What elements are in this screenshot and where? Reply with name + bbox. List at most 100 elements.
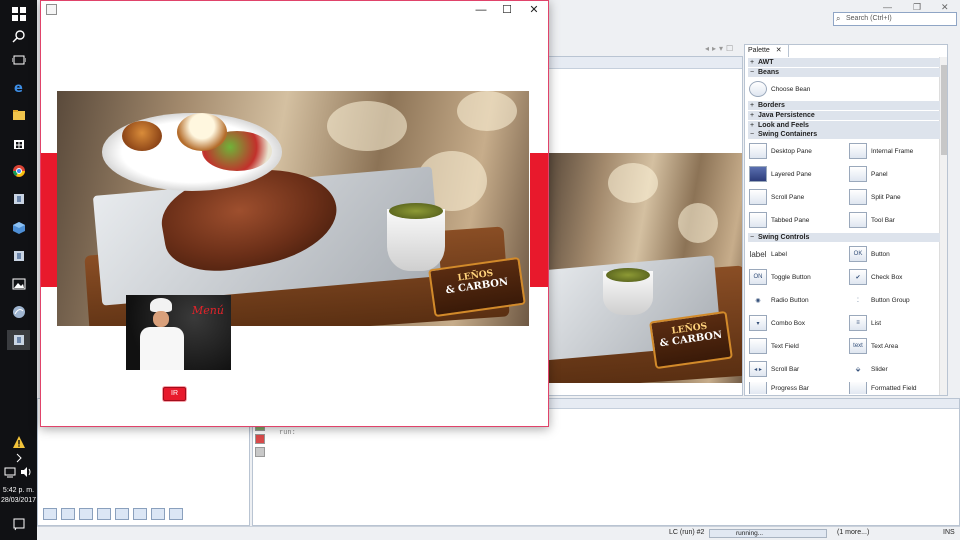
toolbar-button-icon[interactable] [115, 508, 129, 520]
palette-item-progress-bar[interactable]: Progress Bar [749, 382, 809, 394]
palette-category-swing-containers[interactable]: − Swing Containers [748, 130, 940, 139]
clock-date[interactable]: 28/03/2017 [0, 497, 37, 504]
maximize-icon[interactable]: ☐ [493, 1, 521, 19]
editor-header [548, 57, 742, 69]
toolbar-button-icon[interactable] [133, 508, 147, 520]
palette-category-look-and-feels[interactable]: + Look and Feels [748, 121, 940, 130]
java-app-icon[interactable] [7, 330, 30, 350]
clock-time[interactable]: 5:42 p. m. [0, 487, 37, 494]
palette-scrollbar[interactable] [939, 57, 947, 395]
ir-button[interactable]: IR [163, 387, 186, 401]
scroll-bar-icon: ◂ ▸ [749, 361, 767, 377]
palette-item-list[interactable]: ≡ List [849, 313, 881, 333]
volume-icon[interactable] [19, 462, 33, 482]
edge-icon[interactable]: e [7, 77, 30, 97]
toolbar-button-icon[interactable] [61, 508, 75, 520]
network-icon[interactable] [3, 462, 17, 482]
tabbed-pane-icon [749, 212, 767, 228]
app-titlebar[interactable]: — ☐ ✕ [41, 1, 548, 19]
svg-text:e: e [14, 81, 23, 94]
virtualbox-icon[interactable] [7, 218, 30, 238]
palette-category-java-persistence[interactable]: + Java Persistence [748, 111, 940, 120]
status-bar: LC (run) #2 running... (1 more...) INS [37, 526, 960, 540]
button-icon: OK [849, 246, 867, 262]
palette-item-tabbed-pane[interactable]: Tabbed Pane [749, 210, 809, 230]
label-icon: label [749, 249, 767, 259]
status-more-link[interactable]: (1 more...) [837, 529, 869, 536]
ide-search-field[interactable]: ⌕ Search (Ctrl+I) [833, 12, 957, 26]
palette-item-button-group[interactable]: ⁚ Button Group [849, 290, 910, 310]
toolbar-button-icon[interactable] [97, 508, 111, 520]
notifications-icon[interactable] [7, 514, 30, 534]
palette-item-button[interactable]: OK Button [849, 244, 890, 264]
task-view-icon[interactable] [7, 50, 30, 70]
palette-item-choose-bean[interactable]: Choose Bean [749, 79, 810, 99]
palette-item-formatted-field[interactable]: Formatted Field [849, 382, 917, 394]
chef-menu-image[interactable]: Menú [126, 295, 231, 370]
search-icon[interactable] [7, 26, 30, 46]
settings-icon[interactable] [255, 447, 265, 457]
toolbar-button-icon[interactable] [79, 508, 93, 520]
palette-item-layered-pane[interactable]: Layered Pane [749, 164, 811, 184]
desktop-pane-icon [749, 143, 767, 159]
toggle-button-icon: ON [749, 269, 767, 285]
java-app-icon[interactable] [7, 189, 30, 209]
palette-item-check-box[interactable]: ✔ Check Box [849, 267, 902, 287]
file-explorer-icon[interactable] [7, 105, 30, 125]
internal-frame-icon [849, 143, 867, 159]
progress-bar-icon [749, 382, 767, 394]
text-area-icon: text [849, 338, 867, 354]
palette-item-combo-box[interactable]: ▾ Combo Box [749, 313, 805, 333]
radio-button-icon: ◉ [755, 297, 761, 304]
palette-tab[interactable]: Palette ✕ [745, 45, 789, 57]
palette-panel: Palette ✕ + AWT − Beans Choose Bean + Border… [744, 44, 948, 396]
formatted-field-icon [849, 382, 867, 394]
toolbar-button-icon[interactable] [169, 508, 183, 520]
palette-item-text-field[interactable]: Text Field [749, 336, 799, 356]
windows-start-icon[interactable] [7, 4, 30, 24]
scroll-pane-icon [749, 189, 767, 205]
java-app-icon[interactable] [7, 246, 30, 266]
java-app-window: — ☐ ✕ LEÑOS & CARBON Menú IR [40, 0, 549, 427]
palette-item-split-pane[interactable]: Split Pane [849, 187, 901, 207]
toolbar-button-icon[interactable] [151, 508, 165, 520]
layered-pane-icon [749, 166, 767, 182]
stop-icon[interactable] [255, 434, 265, 444]
palette-item-scroll-pane[interactable]: Scroll Pane [749, 187, 804, 207]
store-icon[interactable] [7, 133, 30, 153]
panel-icon [849, 166, 867, 182]
toolbar-button-icon[interactable] [43, 508, 57, 520]
red-side-bar-right [530, 153, 548, 287]
palette-item-text-area[interactable]: text Text Area [849, 336, 898, 356]
close-icon[interactable]: ✕ [520, 1, 548, 19]
minimize-icon[interactable]: — [467, 1, 495, 19]
palette-category-beans[interactable]: − Beans [748, 68, 940, 77]
palette-item-panel[interactable]: Panel [849, 164, 888, 184]
palette-category-swing-controls[interactable]: − Swing Controls [748, 233, 940, 242]
editor-nav-arrows[interactable]: ◂▸▾☐ [705, 44, 736, 53]
palette-item-toggle-button[interactable]: ON Toggle Button [749, 267, 811, 287]
form-designer-area[interactable]: LEÑOS & CARBON [547, 56, 743, 396]
red-side-bar-left [41, 153, 57, 287]
java-app-icon[interactable] [7, 302, 30, 322]
designer-preview-image: LEÑOS & CARBON [548, 153, 742, 383]
text-field-icon [749, 338, 767, 354]
palette-item-slider[interactable]: ⬙ Slider [849, 359, 888, 379]
search-icon: ⌕ [836, 14, 841, 23]
close-icon[interactable]: ✕ [776, 47, 782, 54]
photos-icon[interactable] [7, 274, 30, 294]
palette-item-label[interactable]: label Label [749, 244, 787, 264]
check-box-icon: ✔ [849, 269, 867, 285]
list-icon: ≡ [849, 315, 867, 331]
chrome-icon[interactable] [7, 161, 30, 181]
status-progress: running... [709, 529, 827, 538]
palette-item-scroll-bar[interactable]: ◂ ▸ Scroll Bar [749, 359, 799, 379]
palette-item-desktop-pane[interactable]: Desktop Pane [749, 141, 812, 161]
palette-item-tool-bar[interactable]: Tool Bar [849, 210, 895, 230]
palette-item-radio-button[interactable]: ◉ Radio Button [749, 290, 808, 310]
palette-category-borders[interactable]: + Borders [748, 101, 940, 110]
palette-item-internal-frame[interactable]: Internal Frame [849, 141, 913, 161]
palette-category-awt[interactable]: + AWT [748, 58, 940, 67]
status-process[interactable]: LC (run) #2 [669, 529, 704, 536]
ide-minimize-icon[interactable]: — [883, 2, 892, 12]
